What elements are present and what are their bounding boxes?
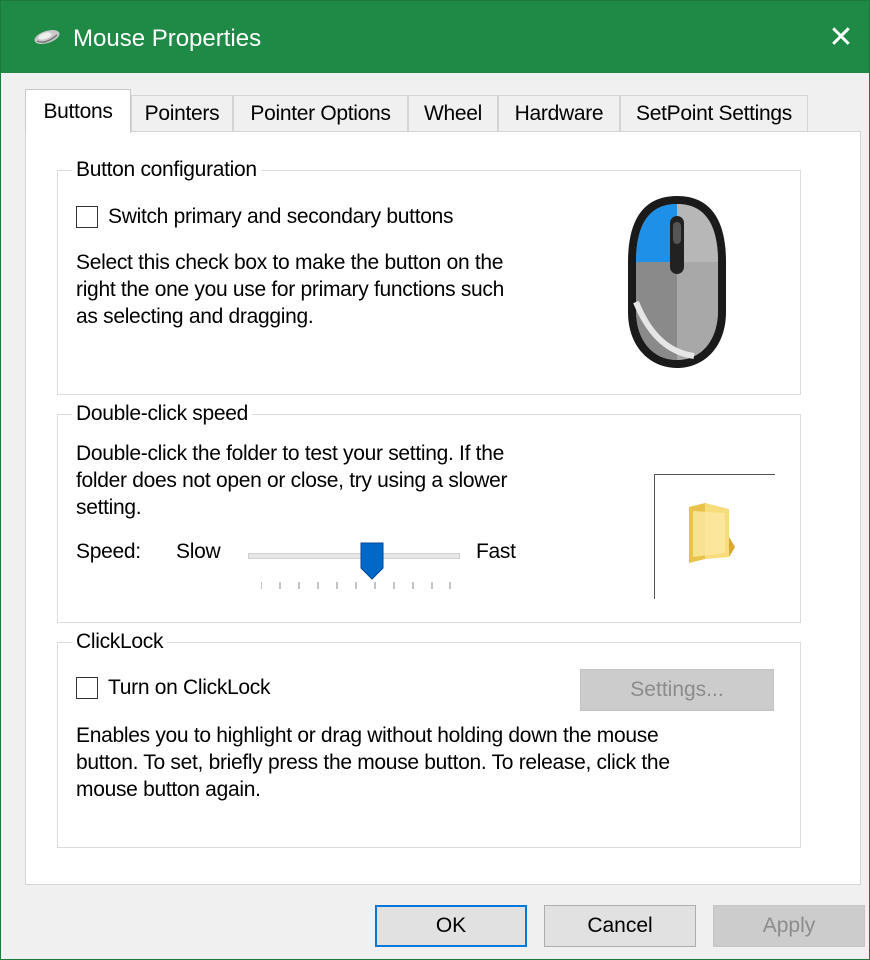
apply-button[interactable]: Apply (713, 905, 865, 947)
ok-button[interactable]: OK (375, 905, 527, 947)
tab-panel-buttons: Button configuration Switch primary and … (25, 131, 861, 885)
clicklock-label[interactable]: Turn on ClickLock (108, 676, 270, 700)
speed-slider-thumb[interactable] (360, 542, 384, 585)
folder-icon[interactable] (685, 501, 737, 565)
description-line: Double-click the folder to test your set… (76, 442, 504, 465)
button-config-description: Select this check box to make the button… (76, 249, 504, 330)
tab-hardware[interactable]: Hardware (498, 95, 620, 131)
double-click-description: Double-click the folder to test your set… (76, 440, 508, 521)
speed-label: Speed: (76, 540, 141, 563)
close-icon[interactable]: ✕ (813, 1, 869, 73)
mouse-icon (622, 192, 732, 377)
description-line: right the one you use for primary functi… (76, 278, 504, 301)
cancel-button[interactable]: Cancel (544, 905, 696, 947)
clicklock-row[interactable]: Turn on ClickLock (76, 676, 270, 700)
switch-buttons-checkbox[interactable] (76, 206, 98, 228)
description-line: button. To set, briefly press the mouse … (76, 751, 670, 774)
double-click-speed-legend: Double-click speed (76, 402, 249, 425)
tab-pointer-options[interactable]: Pointer Options (233, 95, 408, 131)
mouse-app-icon (31, 27, 63, 52)
clicklock-description: Enables you to highlight or drag without… (76, 722, 670, 803)
button-configuration-legend: Button configuration (76, 158, 257, 181)
mouse-properties-window: Mouse Properties ✕ Buttons Pointers Poin… (0, 0, 870, 960)
switch-buttons-label[interactable]: Switch primary and secondary buttons (108, 205, 454, 229)
description-line: Enables you to highlight or drag without… (76, 724, 659, 747)
description-line: Select this check box to make the button… (76, 251, 504, 274)
test-folder-box[interactable] (654, 474, 775, 599)
window-title: Mouse Properties (73, 25, 262, 52)
tab-pointers[interactable]: Pointers (131, 95, 233, 131)
description-line: as selecting and dragging. (76, 305, 314, 328)
speed-slider-track[interactable] (248, 553, 460, 559)
clicklock-legend: ClickLock (76, 630, 164, 653)
clicklock-settings-button[interactable]: Settings... (580, 669, 774, 711)
tab-wheel[interactable]: Wheel (408, 95, 498, 131)
description-line: setting. (76, 496, 142, 519)
speed-slider-ticks (261, 582, 451, 589)
title-bar[interactable]: Mouse Properties ✕ (1, 1, 869, 73)
fast-label: Fast (476, 540, 516, 563)
switch-buttons-row[interactable]: Switch primary and secondary buttons (76, 205, 454, 229)
tab-setpoint-settings[interactable]: SetPoint Settings (620, 95, 808, 131)
tab-buttons[interactable]: Buttons (25, 89, 131, 133)
clicklock-checkbox[interactable] (76, 677, 98, 699)
description-line: mouse button again. (76, 778, 261, 801)
description-line: folder does not open or close, try using… (76, 469, 508, 492)
slow-label: Slow (176, 540, 221, 563)
